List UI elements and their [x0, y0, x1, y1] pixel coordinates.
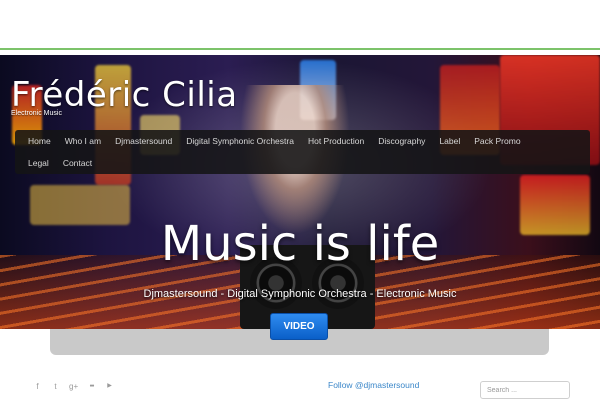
google-plus-icon[interactable]: g+	[69, 382, 78, 391]
city-light	[30, 185, 130, 225]
nav-item-home[interactable]: Home	[15, 136, 58, 146]
nav-item-label[interactable]: Label	[432, 136, 467, 146]
nav-item-who-i-am[interactable]: Who I am	[58, 136, 108, 146]
site-tagline: Electronic Music	[11, 110, 62, 117]
search-input[interactable]	[480, 381, 570, 399]
nav-item-contact[interactable]: Contact	[56, 158, 99, 168]
nav-row: Home Who I am Djmastersound Digital Symp…	[15, 130, 590, 152]
nav-item-digital-symphonic-orchestra[interactable]: Digital Symphonic Orchestra	[179, 136, 301, 146]
nav-item-pack-promo[interactable]: Pack Promo	[467, 136, 527, 146]
facebook-icon[interactable]: f	[33, 382, 42, 391]
nav-item-hot-production[interactable]: Hot Production	[301, 136, 371, 146]
nav-item-discography[interactable]: Discography	[371, 136, 432, 146]
top-accent-line	[0, 48, 600, 50]
youtube-icon[interactable]: ▶	[105, 382, 114, 391]
nav-item-legal[interactable]: Legal	[15, 158, 56, 168]
twitter-icon[interactable]: t	[51, 382, 60, 391]
nav-row: Legal Contact	[15, 152, 590, 174]
hero-subtitle: Djmastersound - Digital Symphonic Orches…	[143, 288, 457, 300]
nav-item-djmastersound[interactable]: Djmastersound	[108, 136, 179, 146]
hero-headline: Music is life	[160, 216, 440, 272]
flickr-icon[interactable]: ●●	[87, 382, 96, 391]
video-button[interactable]: VIDEO	[270, 313, 328, 340]
social-links: f t g+ ●● ▶	[33, 382, 114, 391]
follow-twitter-link[interactable]: Follow @djmastersound	[328, 380, 419, 390]
site-title[interactable]: Frédéric Cilia	[11, 75, 238, 115]
main-nav: Home Who I am Djmastersound Digital Symp…	[15, 130, 590, 174]
